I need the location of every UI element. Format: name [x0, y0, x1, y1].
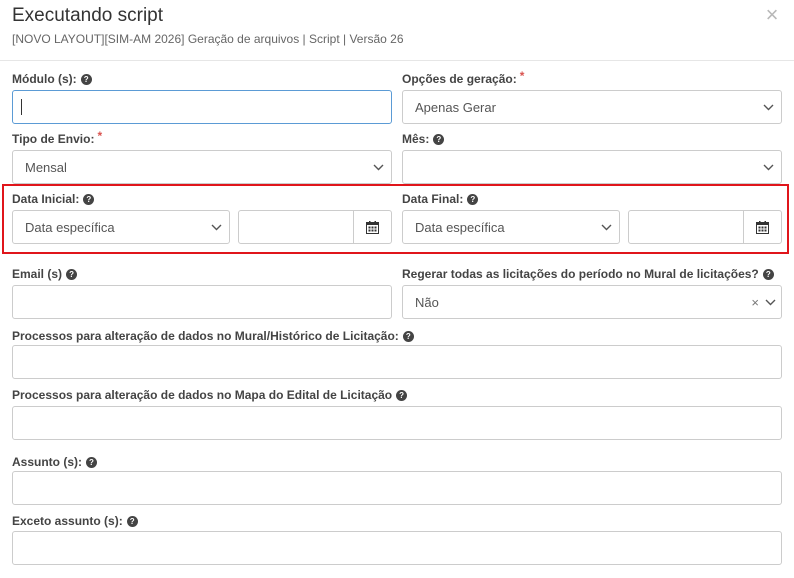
chevron-down-icon — [755, 104, 781, 111]
header-divider — [0, 60, 794, 61]
help-icon[interactable]: ? — [762, 268, 774, 280]
tipo-envio-select[interactable]: Mensal — [12, 150, 392, 184]
processos-mural-label: Processos para alteração de dados no Mur… — [12, 329, 414, 343]
help-icon[interactable]: ? — [126, 515, 138, 527]
required-marker: * — [519, 69, 525, 83]
clear-icon[interactable]: × — [751, 295, 759, 310]
text-cursor — [21, 99, 22, 115]
assunto-input[interactable] — [12, 471, 782, 505]
modulos-label: Módulo (s): ? — [12, 72, 92, 86]
chevron-down-icon — [203, 224, 229, 231]
help-icon[interactable]: ? — [396, 389, 408, 401]
opcoes-geracao-select[interactable]: Apenas Gerar — [402, 90, 782, 124]
mes-select[interactable] — [402, 150, 782, 184]
mes-label: Mês: ? — [402, 132, 445, 146]
exceto-assunto-input[interactable] — [12, 531, 782, 565]
dialog-title: Executando script — [12, 5, 164, 26]
close-icon[interactable]: × — [762, 4, 782, 26]
help-icon[interactable]: ? — [83, 193, 95, 205]
opcoes-geracao-label: Opções de geração: * — [402, 69, 525, 86]
data-inicial-date-input[interactable] — [238, 210, 392, 244]
email-label: Email (s) ? — [12, 267, 78, 281]
chevron-down-icon — [759, 299, 781, 306]
chevron-down-icon — [593, 224, 619, 231]
processos-mapa-label: Processos para alteração de dados no Map… — [12, 388, 408, 402]
exceto-assunto-label: Exceto assunto (s): ? — [12, 514, 138, 528]
help-icon[interactable]: ? — [66, 268, 78, 280]
processos-mapa-input[interactable] — [12, 406, 782, 440]
data-final-mode-select[interactable]: Data específica — [402, 210, 620, 244]
email-input[interactable] — [12, 285, 392, 319]
assunto-label: Assunto (s): ? — [12, 455, 97, 469]
chevron-down-icon — [365, 164, 391, 171]
data-inicial-mode-select[interactable]: Data específica — [12, 210, 230, 244]
help-icon[interactable]: ? — [86, 456, 97, 468]
tipo-envio-label: Tipo de Envio: * — [12, 129, 103, 146]
help-icon[interactable]: ? — [467, 193, 479, 205]
regerar-select[interactable]: Não × — [402, 285, 782, 319]
processos-mural-input[interactable] — [12, 345, 782, 379]
help-icon[interactable]: ? — [402, 330, 414, 342]
calendar-icon[interactable] — [353, 211, 391, 243]
help-icon[interactable]: ? — [433, 133, 445, 145]
calendar-icon[interactable] — [743, 211, 781, 243]
modulos-input[interactable] — [12, 90, 392, 124]
regerar-label: Regerar todas as licitações do período n… — [402, 267, 774, 281]
help-icon[interactable]: ? — [80, 73, 92, 85]
data-inicial-label: Data Inicial: ? — [12, 192, 95, 206]
data-final-date-input[interactable] — [628, 210, 782, 244]
chevron-down-icon — [755, 164, 781, 171]
required-marker: * — [97, 129, 103, 143]
data-final-label: Data Final: ? — [402, 192, 479, 206]
dialog-subtitle: [NOVO LAYOUT][SIM-AM 2026] Geração de ar… — [12, 32, 404, 46]
